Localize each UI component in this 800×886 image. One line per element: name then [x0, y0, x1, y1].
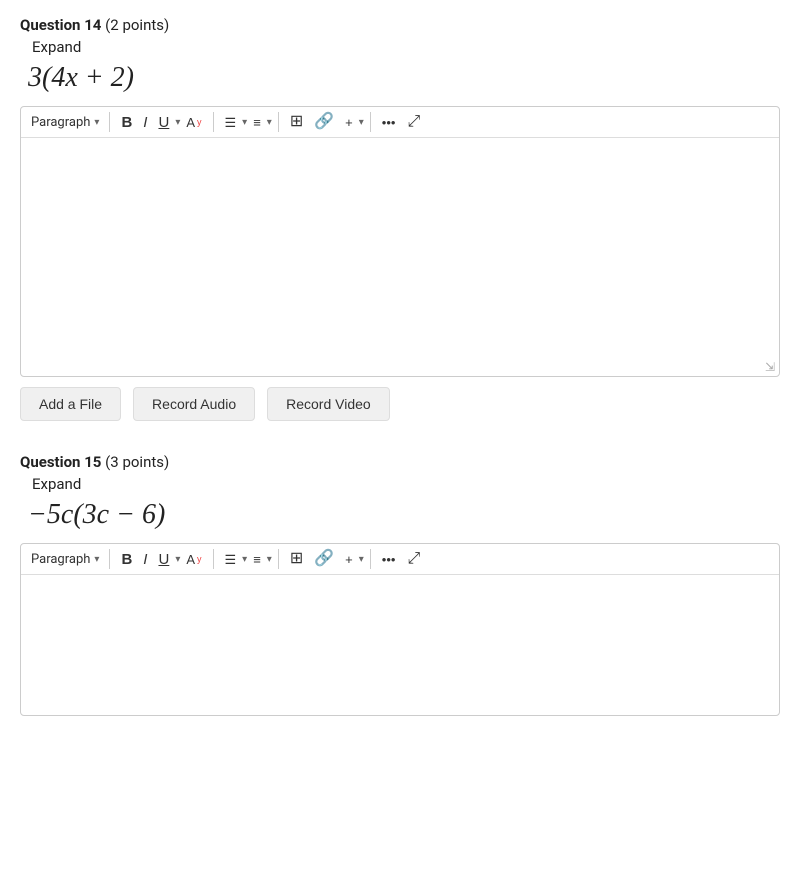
fullscreen-button-q14[interactable]: ⤢ — [402, 111, 425, 133]
paragraph-chevron-q15: ▾ — [94, 554, 99, 565]
resize-icon-q14: ⇲ — [765, 360, 775, 374]
plus-chevron-q14: ▾ — [359, 117, 364, 128]
text-color-button-q15[interactable]: Ay — [181, 550, 206, 569]
align-chevron-q15: ▾ — [242, 554, 247, 565]
divider-3-q15 — [278, 549, 279, 569]
question-14-header: Question 14 (2 points) — [20, 16, 780, 34]
underline-button-q14[interactable]: U — [153, 112, 174, 133]
divider-2-q15 — [213, 549, 214, 569]
question-15-toolbar: Paragraph ▾ B I U ▾ Ay ☰ ▾ ≡ ▾ ⊞ 🔗 — [21, 544, 779, 575]
question-15-math: −5c(3c − 6) — [28, 499, 780, 531]
resize-handle-q14: ⇲ — [21, 358, 779, 376]
bold-button-q15[interactable]: B — [116, 549, 137, 570]
insert-block-button-q15[interactable]: ⊞ — [285, 548, 308, 570]
underline-button-q15[interactable]: U — [153, 549, 174, 570]
plus-button-q15[interactable]: + — [340, 550, 358, 569]
divider-1-q15 — [109, 549, 110, 569]
list-button-q15[interactable]: ≡ — [248, 550, 266, 569]
question-15-number: Question 15 — [20, 453, 101, 471]
question-14-editor: Paragraph ▾ B I U ▾ Ay ☰ ▾ ≡ ▾ ⊞ 🔗 — [20, 106, 780, 377]
action-buttons-q14: Add a File Record Audio Record Video — [20, 387, 780, 421]
divider-4-q14 — [370, 112, 371, 132]
paragraph-dropdown-q15[interactable]: Paragraph ▾ — [27, 550, 103, 569]
question-15-editor: Paragraph ▾ B I U ▾ Ay ☰ ▾ ≡ ▾ ⊞ 🔗 — [20, 543, 780, 716]
toolbar-group-align-q14: ☰ ▾ ≡ ▾ — [220, 113, 272, 132]
paragraph-dropdown-q14[interactable]: Paragraph ▾ — [27, 113, 103, 132]
question-14-number: Question 14 — [20, 16, 101, 34]
question-15-expand: Expand — [32, 475, 780, 493]
bold-button-q14[interactable]: B — [116, 112, 137, 133]
fullscreen-button-q15[interactable]: ⤢ — [402, 548, 425, 570]
italic-button-q14[interactable]: I — [138, 112, 152, 133]
align-button-q14[interactable]: ☰ — [220, 113, 242, 132]
question-14-expand: Expand — [32, 38, 780, 56]
list-chevron-q14: ▾ — [267, 117, 272, 128]
editor-body-q14[interactable] — [21, 138, 779, 358]
toolbar-group-insert-q15: ⊞ 🔗 + ▾ — [285, 548, 364, 570]
question-14-block: Question 14 (2 points) Expand 3(4x + 2) … — [20, 16, 780, 421]
paragraph-chevron-q14: ▾ — [94, 117, 99, 128]
toolbar-group-format-q15: B I U ▾ Ay — [116, 549, 206, 570]
more-button-q15[interactable]: ••• — [377, 550, 401, 569]
underline-chevron-q15: ▾ — [175, 554, 180, 565]
divider-4-q15 — [370, 549, 371, 569]
link-button-q15[interactable]: 🔗 — [309, 548, 339, 570]
question-15-points: (3 points) — [105, 453, 169, 471]
question-14-points: (2 points) — [105, 16, 169, 34]
divider-1-q14 — [109, 112, 110, 132]
plus-button-q14[interactable]: + — [340, 113, 358, 132]
toolbar-group-format-q14: B I U ▾ Ay — [116, 112, 206, 133]
text-color-button-q14[interactable]: Ay — [181, 113, 206, 132]
align-chevron-q14: ▾ — [242, 117, 247, 128]
list-chevron-q15: ▾ — [267, 554, 272, 565]
record-audio-button-q14[interactable]: Record Audio — [133, 387, 255, 421]
align-button-q15[interactable]: ☰ — [220, 550, 242, 569]
paragraph-label-q15: Paragraph — [31, 552, 90, 567]
paragraph-label-q14: Paragraph — [31, 115, 90, 130]
record-video-button-q14[interactable]: Record Video — [267, 387, 390, 421]
divider-3-q14 — [278, 112, 279, 132]
toolbar-group-insert-q14: ⊞ 🔗 + ▾ — [285, 111, 364, 133]
question-15-block: Question 15 (3 points) Expand −5c(3c − 6… — [20, 453, 780, 716]
add-file-button-q14[interactable]: Add a File — [20, 387, 121, 421]
editor-body-q15[interactable] — [21, 575, 779, 715]
more-button-q14[interactable]: ••• — [377, 113, 401, 132]
question-14-math: 3(4x + 2) — [28, 62, 780, 94]
insert-block-button-q14[interactable]: ⊞ — [285, 111, 308, 133]
italic-button-q15[interactable]: I — [138, 549, 152, 570]
plus-chevron-q15: ▾ — [359, 554, 364, 565]
underline-chevron-q14: ▾ — [175, 117, 180, 128]
question-15-header: Question 15 (3 points) — [20, 453, 780, 471]
link-button-q14[interactable]: 🔗 — [309, 111, 339, 133]
toolbar-group-align-q15: ☰ ▾ ≡ ▾ — [220, 550, 272, 569]
divider-2-q14 — [213, 112, 214, 132]
question-14-toolbar: Paragraph ▾ B I U ▾ Ay ☰ ▾ ≡ ▾ ⊞ 🔗 — [21, 107, 779, 138]
list-button-q14[interactable]: ≡ — [248, 113, 266, 132]
